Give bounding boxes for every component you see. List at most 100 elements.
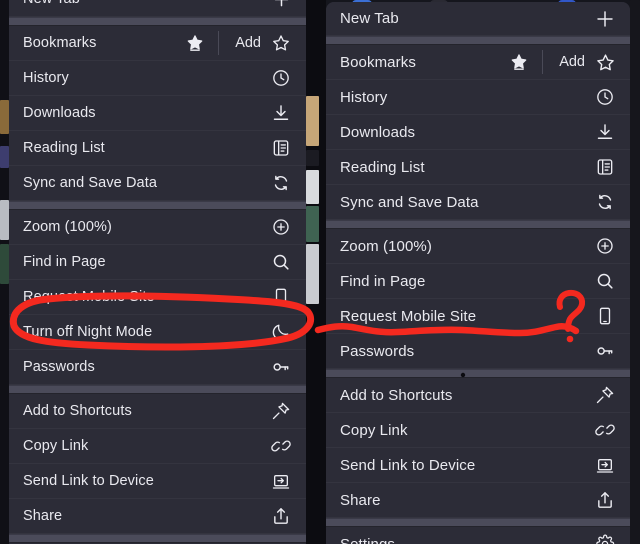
menu-item-share[interactable]: Share: [9, 499, 306, 534]
add-bookmark-label: Add: [235, 35, 261, 51]
menu-item-label: Bookmarks: [340, 53, 416, 71]
section-divider: [9, 201, 306, 210]
menu-item-label: History: [340, 88, 388, 106]
star-outline-icon: [594, 51, 616, 73]
background-chip-5: [306, 96, 319, 146]
menu-item-new-tab-clipped[interactable]: New Tab: [9, 0, 306, 17]
add-bookmark-label: Add: [559, 54, 585, 70]
section-divider: [9, 385, 306, 394]
add-bookmark-button[interactable]: Add: [543, 51, 630, 73]
menu-item-zoom[interactable]: Zoom (100%): [9, 210, 306, 245]
menu-item-copy-link[interactable]: Copy Link: [326, 413, 630, 448]
pin-icon: [270, 400, 292, 422]
sync-icon: [270, 172, 292, 194]
reading-list-icon: [594, 156, 616, 178]
menu-item-bookmarks[interactable]: Bookmarks Add: [9, 26, 306, 61]
sync-icon: [594, 191, 616, 213]
menu-item-send-link-to-device[interactable]: Send Link to Device: [326, 448, 630, 483]
star-outline-icon: [270, 32, 292, 54]
menu-item-find-in-page[interactable]: Find in Page: [326, 264, 630, 299]
menu-item-copy-link[interactable]: Copy Link: [9, 429, 306, 464]
menu-item-reading-list[interactable]: Reading List: [326, 150, 630, 185]
download-icon: [594, 121, 616, 143]
menu-item-sync-and-save-data[interactable]: Sync and Save Data: [326, 185, 630, 220]
section-divider: [326, 220, 630, 229]
bookmark-filled-icon: [184, 32, 206, 54]
menu-item-label: Add to Shortcuts: [23, 403, 132, 419]
menu-item-label: Sync and Save Data: [340, 193, 479, 211]
menu-item-new-tab[interactable]: New Tab: [326, 2, 630, 36]
search-icon: [594, 270, 616, 292]
send-to-device-icon: [594, 454, 616, 476]
menu-item-history[interactable]: History: [326, 80, 630, 115]
background-chip-8: [306, 206, 319, 242]
menu-item-downloads[interactable]: Downloads: [9, 96, 306, 131]
menu-item-request-mobile-site[interactable]: Request Mobile Site: [9, 280, 306, 315]
menu-item-label: New Tab: [340, 10, 399, 27]
zoom-in-icon: [270, 216, 292, 238]
moon-icon: [270, 321, 292, 343]
menu-item-label: Share: [340, 491, 381, 509]
menu-item-label: Send Link to Device: [340, 456, 476, 474]
section-divider: [326, 36, 630, 45]
menu-item-turn-off-night-mode[interactable]: Turn off Night Mode: [9, 315, 306, 350]
menu-item-zoom[interactable]: Zoom (100%): [326, 229, 630, 264]
menu-item-bookmarks[interactable]: Bookmarks Add: [326, 45, 630, 80]
key-icon: [594, 340, 616, 362]
menu-item-find-in-page[interactable]: Find in Page: [9, 245, 306, 280]
share-icon: [594, 489, 616, 511]
screenshot-canvas: New Tab Bookmarks Add History: [0, 0, 640, 544]
right-overflow-menu[interactable]: New Tab Bookmarks Add History Downloads …: [326, 2, 630, 544]
plus-icon: [594, 8, 616, 30]
menu-item-send-link-to-device[interactable]: Send Link to Device: [9, 464, 306, 499]
background-chip-6: [306, 150, 319, 166]
menu-item-share[interactable]: Share: [326, 483, 630, 518]
send-to-device-icon: [270, 470, 292, 492]
mobile-device-icon: [594, 305, 616, 327]
menu-item-label: Send Link to Device: [23, 473, 154, 489]
bookmark-filled-icon: [508, 51, 530, 73]
search-icon: [270, 251, 292, 273]
section-divider: [9, 534, 306, 543]
menu-item-history[interactable]: History: [9, 61, 306, 96]
menu-item-add-to-shortcuts[interactable]: Add to Shortcuts: [9, 394, 306, 429]
menu-item-label: Downloads: [23, 105, 96, 121]
menu-item-passwords[interactable]: Passwords: [326, 334, 630, 369]
menu-item-request-mobile-site[interactable]: Request Mobile Site: [326, 299, 630, 334]
menu-item-label: Turn off Night Mode: [23, 324, 153, 340]
background-chip-9: [306, 244, 319, 304]
gear-icon: [594, 533, 616, 544]
menu-item-label: Zoom (100%): [23, 219, 112, 235]
left-overflow-menu[interactable]: New Tab Bookmarks Add History: [9, 0, 306, 544]
add-bookmark-button[interactable]: Add: [219, 32, 306, 54]
pin-icon: [594, 384, 616, 406]
menu-item-reading-list[interactable]: Reading List: [9, 131, 306, 166]
key-icon: [270, 356, 292, 378]
menu-item-passwords[interactable]: Passwords: [9, 350, 306, 385]
share-icon: [270, 505, 292, 527]
menu-item-label: Passwords: [340, 342, 415, 360]
menu-item-label: Find in Page: [23, 254, 106, 270]
background-chip-7: [306, 170, 319, 204]
background-chip-2: [0, 146, 9, 168]
download-icon: [270, 102, 292, 124]
menu-item-sync-and-save-data[interactable]: Sync and Save Data: [9, 166, 306, 201]
menu-item-label: New Tab: [23, 0, 270, 7]
menu-item-settings[interactable]: Settings: [326, 527, 630, 544]
menu-item-add-to-shortcuts[interactable]: Add to Shortcuts: [326, 378, 630, 413]
menu-item-label: Downloads: [340, 123, 416, 141]
background-chip-4: [0, 244, 9, 284]
background-chip-3: [0, 200, 9, 240]
link-icon: [594, 419, 616, 441]
link-icon: [270, 435, 292, 457]
clock-icon: [594, 86, 616, 108]
plus-icon: [270, 0, 292, 10]
section-divider: [326, 369, 630, 378]
zoom-in-icon: [594, 235, 616, 257]
section-divider: [9, 17, 306, 26]
menu-item-downloads[interactable]: Downloads: [326, 115, 630, 150]
menu-item-label: History: [23, 70, 69, 86]
menu-item-label: Add to Shortcuts: [340, 386, 453, 404]
menu-item-label: Request Mobile Site: [23, 289, 155, 305]
menu-item-label: Request Mobile Site: [340, 307, 477, 325]
